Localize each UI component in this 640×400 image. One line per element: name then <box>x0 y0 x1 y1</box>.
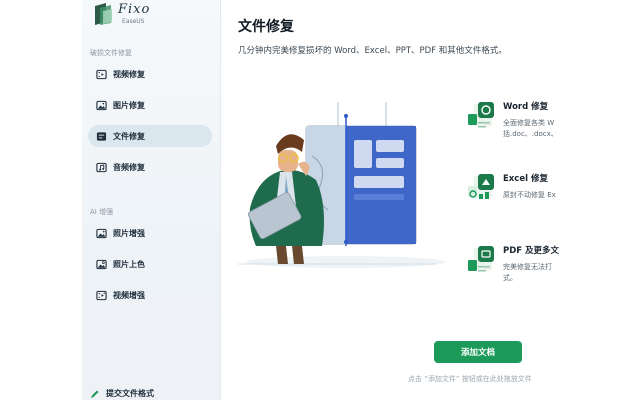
document-icon <box>96 131 107 142</box>
feature-desc: 全面修复各类 W 括.doc、.docx、 <box>503 119 558 138</box>
feature-pdf: PDF 及更多文 完美修复无法打 式。 <box>462 244 562 288</box>
brand-name: Fixo <box>118 2 151 17</box>
sidebar-item-label: 视频增强 <box>113 290 145 300</box>
pencil-icon <box>91 390 99 398</box>
sidebar-item-image-repair[interactable]: 图片修复 <box>88 94 212 116</box>
feature-title: Word 修复 <box>503 102 549 112</box>
sidebar: Fixo EaseUS 破损文件修复 视频修复 图片修复 文件修复 音频修复 A… <box>82 0 221 400</box>
app-logo: Fixo EaseUS <box>92 2 212 30</box>
file-repair-illustration <box>238 102 446 268</box>
pdf-icon <box>468 246 494 272</box>
submit-format-label: 提交文件格式 <box>106 389 154 398</box>
sidebar-item-label: 视频修复 <box>113 69 145 79</box>
excel-icon <box>468 174 494 199</box>
feature-excel: Excel 修复 原封不动修复 Ex <box>462 172 562 208</box>
sidebar-item-label: 音频修复 <box>113 162 145 172</box>
sidebar-item-photo-enhance[interactable]: 照片增强 <box>88 222 212 244</box>
sidebar-item-label: 照片上色 <box>113 259 145 269</box>
add-document-button[interactable]: 添加文档 <box>434 341 522 363</box>
brand-sub: EaseUS <box>122 18 145 25</box>
section-label-repair: 破损文件修复 <box>90 49 132 57</box>
feature-word: Word 修复 全面修复各类 W 括.doc、.docx、 <box>462 100 562 144</box>
feature-desc: 原封不动修复 Ex <box>503 191 556 199</box>
feature-title: PDF 及更多文 <box>503 246 560 256</box>
feature-title: Excel 修复 <box>503 174 548 184</box>
video-enhance-icon <box>96 290 107 301</box>
sidebar-item-label: 图片修复 <box>113 100 145 110</box>
word-icon <box>468 102 494 128</box>
sidebar-item-video-enhance[interactable]: 视频增强 <box>88 284 212 306</box>
sidebar-item-audio-repair[interactable]: 音频修复 <box>88 156 212 178</box>
feature-desc: 完美修复无法打 式。 <box>503 263 552 282</box>
photo-enhance-icon <box>96 228 107 239</box>
logo-icon <box>95 3 112 25</box>
audio-icon <box>96 162 107 173</box>
image-icon <box>96 100 107 111</box>
page-subtitle: 几分钟内完美修复损坏的 Word、Excel、PPT、PDF 和其他文件格式。 <box>238 46 507 56</box>
sidebar-item-photo-colorize[interactable]: 照片上色 <box>88 253 212 275</box>
submit-format-link[interactable]: 提交文件格式 <box>90 388 154 399</box>
sidebar-item-video-repair[interactable]: 视频修复 <box>88 63 212 85</box>
photo-colorize-icon <box>96 259 107 270</box>
video-icon <box>96 69 107 80</box>
sidebar-item-label: 照片增强 <box>113 228 145 238</box>
sidebar-item-file-repair[interactable]: 文件修复 <box>88 125 212 147</box>
sidebar-item-label: 文件修复 <box>113 131 145 141</box>
drop-hint: 点击 “添加文件” 按钮或在此处拖放文件 <box>408 375 532 383</box>
page-title: 文件修复 <box>238 19 294 35</box>
section-label-ai: AI 增强 <box>90 208 114 216</box>
